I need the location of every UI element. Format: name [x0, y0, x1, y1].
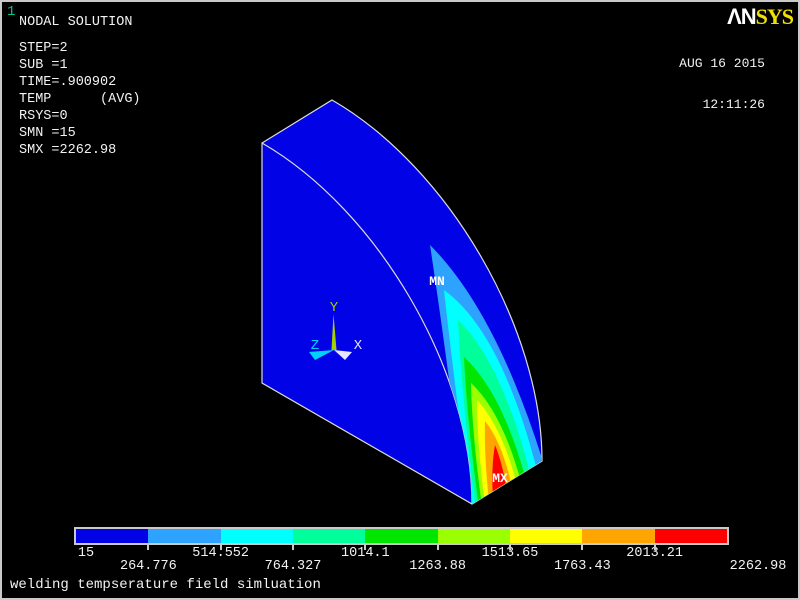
model-viewport[interactable]: MN MX Y Z X: [2, 2, 800, 600]
legend-segment-2: [220, 529, 293, 543]
max-node-label: MX: [492, 471, 508, 486]
legend-tick-1: [147, 544, 150, 550]
legend-tick-4: [364, 544, 367, 550]
y-axis-label: Y: [330, 300, 339, 316]
legend-tick-3: [292, 544, 294, 550]
legend-tick-7: [581, 544, 584, 550]
legend-segment-7: [582, 529, 655, 543]
plot-caption: welding tempserature field simluation: [10, 577, 321, 593]
legend-tick-6: [509, 544, 511, 550]
legend-value-7: 1763.43: [553, 559, 611, 574]
legend-value-5: 1263.88: [409, 559, 467, 574]
legend-segment-3: [292, 529, 366, 543]
legend-segment-1: [148, 529, 221, 543]
temperature-legend-bar: [74, 527, 729, 545]
legend-segment-6: [509, 529, 583, 543]
legend-tick-5: [436, 544, 439, 550]
legend-value-0: 15: [77, 546, 95, 561]
legend-tick-2: [219, 544, 222, 550]
ansys-graphics-window: 1 NODAL SOLUTION STEP=2 SUB =1 TIME=.900…: [0, 0, 800, 600]
x-axis-label: X: [354, 338, 363, 354]
legend-segment-4: [365, 529, 438, 543]
legend-value-1: 264.776: [119, 559, 177, 574]
min-node-label: MN: [429, 274, 445, 289]
z-axis-label: Z: [311, 338, 319, 354]
legend-segment-8: [654, 529, 727, 543]
legend-value-9: 2262.98: [729, 559, 787, 574]
legend-tick-8: [653, 544, 656, 550]
legend-value-3: 764.327: [264, 559, 322, 574]
legend-segment-0: [76, 529, 149, 543]
legend-segment-5: [437, 529, 510, 543]
